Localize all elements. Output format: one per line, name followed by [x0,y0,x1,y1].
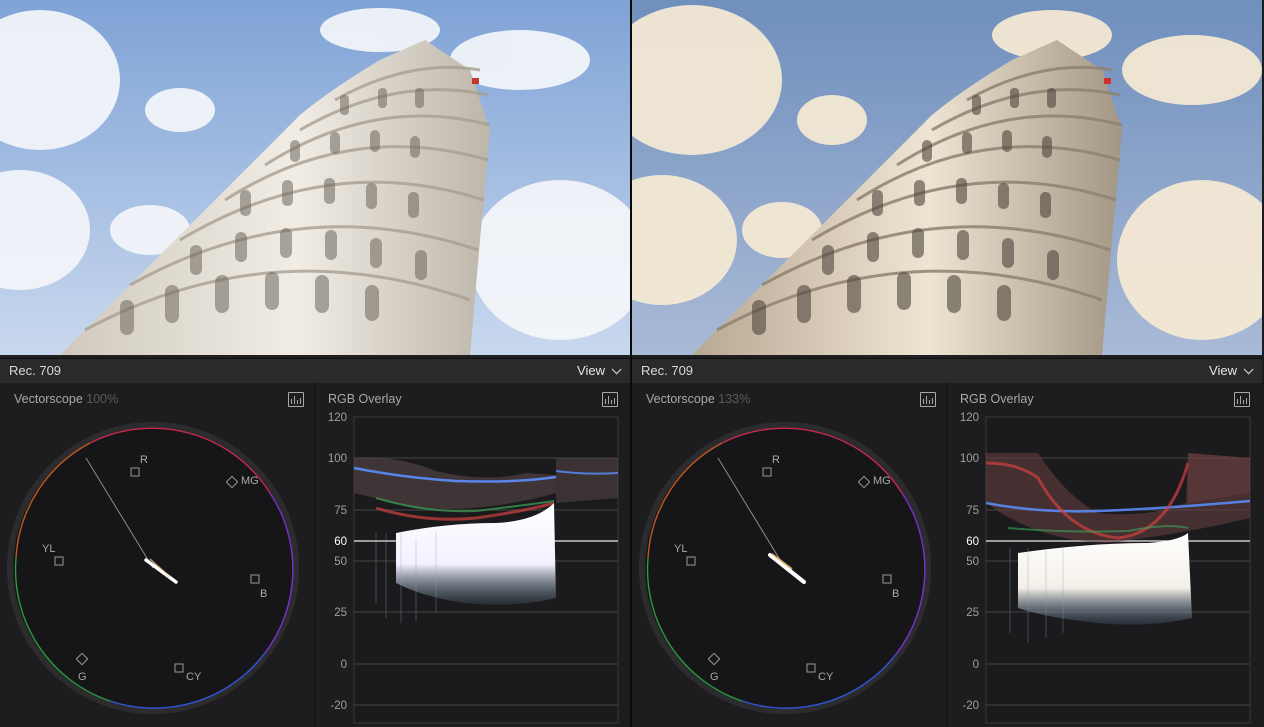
scale-label: -20 [962,700,979,712]
color-standard-label: Rec. 709 [641,363,694,378]
scope-header-bar: Rec. 709 View [632,358,1262,384]
view-menu-label: View [1209,363,1237,378]
waveform-panel: RGB Overlay 120 100 75 60 50 25 0 -20 [948,383,1262,727]
viewer-image-original [0,0,630,355]
waveform-graph: 120 100 75 60 50 25 0 -20 [328,412,619,724]
scale-label: 50 [334,556,347,568]
scale-label: 25 [966,607,979,619]
scale-label: 100 [328,453,347,465]
target-label-b: B [892,588,899,600]
target-label-g: G [78,671,87,683]
left-panel: Rec. 709 View Vectorscope 100% R MG B CY… [0,0,630,727]
scope-header-bar: Rec. 709 View [0,358,630,384]
viewer-image-graded [632,0,1262,355]
target-label-yl: YL [42,543,55,555]
scale-label: 0 [973,659,979,671]
view-menu-button[interactable]: View [577,363,622,378]
scale-label-highlight: 60 [966,536,979,548]
color-standard-label: Rec. 709 [9,363,62,378]
target-label-b: B [260,588,267,600]
vectorscope-panel: Vectorscope 100% R MG B CY G YL [0,383,314,727]
scale-label: 100 [960,453,979,465]
leaning-tower-image [632,0,1262,355]
waveform-graph: 120 100 75 60 50 25 0 -20 [960,412,1251,724]
target-label-g: G [710,671,719,683]
waveform-panel: RGB Overlay 120 100 75 60 50 25 0 -20 [316,383,630,727]
target-label-cy: CY [186,671,202,683]
chevron-down-icon [1243,364,1254,375]
vectorscope-panel: Vectorscope 133% R MG B CY G YL [632,383,946,727]
scale-label: 75 [334,505,347,517]
target-label-mg: MG [873,475,891,487]
scale-label-highlight: 60 [334,536,347,548]
target-label-yl: YL [674,543,687,555]
view-menu-button[interactable]: View [1209,363,1254,378]
scale-label: 25 [334,607,347,619]
target-label-mg: MG [241,475,259,487]
vectorscope-graticule: R MG B CY G YL [639,422,931,714]
vectorscope-graticule: R MG B CY G YL [7,422,299,714]
target-label-r: R [140,454,148,466]
scale-label: 75 [966,505,979,517]
view-menu-label: View [577,363,605,378]
target-label-r: R [772,454,780,466]
chevron-down-icon [611,364,622,375]
scale-label: 50 [966,556,979,568]
scale-label: -20 [330,700,347,712]
leaning-tower-image [0,0,630,355]
scale-label: 120 [328,412,347,424]
scale-label: 0 [341,659,347,671]
scale-label: 120 [960,412,979,424]
right-panel: Rec. 709 View Vectorscope 133% R MG B CY… [632,0,1262,727]
target-label-cy: CY [818,671,834,683]
